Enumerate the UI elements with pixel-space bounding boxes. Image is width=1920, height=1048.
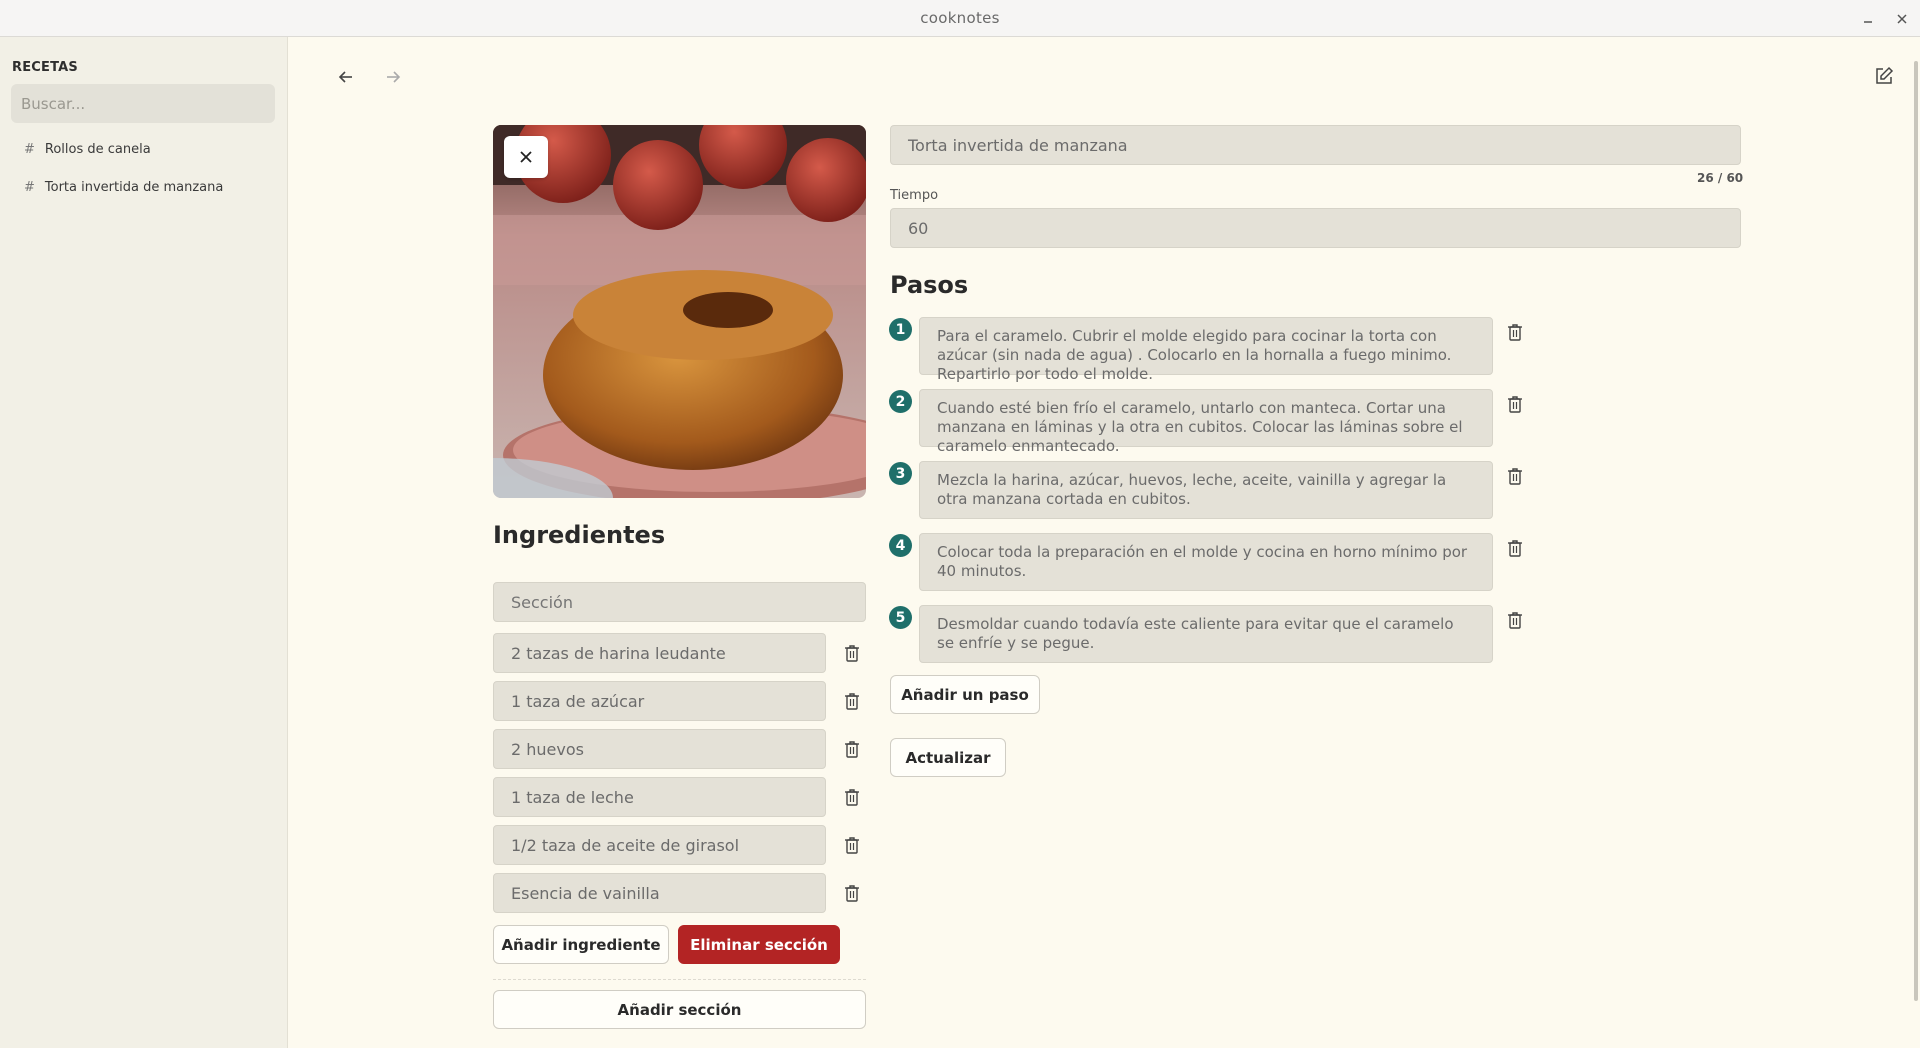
step-number: 1: [889, 318, 912, 341]
title-char-counter: 26 / 60: [1697, 171, 1744, 185]
time-label: Tiempo: [890, 188, 939, 203]
back-button[interactable]: [330, 61, 362, 93]
sidebar: RECETAS # Rollos de canela # Torta inver…: [0, 37, 288, 1048]
step-number: 4: [889, 534, 912, 557]
ingredients-heading: Ingredientes: [493, 521, 666, 549]
hash-icon: #: [24, 179, 35, 195]
delete-step-button[interactable]: [1504, 537, 1526, 559]
hash-icon: #: [24, 141, 35, 157]
time-input[interactable]: 60: [890, 208, 1741, 248]
close-icon: [1897, 13, 1907, 24]
add-step-button[interactable]: Añadir un paso: [890, 675, 1040, 714]
scrollbar[interactable]: [1914, 61, 1918, 1001]
arrow-left-icon: [338, 71, 352, 83]
delete-section-button[interactable]: Eliminar sección: [678, 925, 840, 964]
step-input[interactable]: Para el caramelo. Cubrir el molde elegid…: [919, 317, 1493, 383]
trash-icon: [1508, 324, 1522, 341]
update-button[interactable]: Actualizar: [890, 738, 1006, 777]
step-input[interactable]: Desmoldar cuando todavía este caliente p…: [919, 605, 1493, 663]
ingredient-input[interactable]: 1/2 taza de aceite de girasol: [493, 825, 826, 865]
step-input[interactable]: Mezcla la harina, azúcar, huevos, leche,…: [919, 461, 1493, 519]
sidebar-item-label: Rollos de canela: [44, 141, 151, 157]
arrow-right-icon: [387, 71, 401, 83]
search-input[interactable]: [11, 84, 275, 123]
delete-step-button[interactable]: [1504, 321, 1526, 343]
ingredient-input[interactable]: Esencia de vainilla: [493, 873, 826, 913]
ingredient-input[interactable]: 2 tazas de harina leudante: [493, 633, 826, 673]
step-input[interactable]: Cuando esté bien frío el caramelo, untar…: [919, 389, 1493, 455]
ingredient-input[interactable]: 1 taza de leche: [493, 777, 826, 817]
sidebar-item-label: Torta invertida de manzana: [44, 179, 224, 195]
main-content: Ingredientes 2 tazas de harina leudante …: [289, 37, 1920, 1048]
delete-ingredient-button[interactable]: [841, 786, 863, 808]
sidebar-heading: RECETAS: [12, 60, 78, 75]
forward-button[interactable]: [377, 61, 409, 93]
trash-icon: [1508, 396, 1522, 413]
remove-photo-button[interactable]: [504, 136, 548, 178]
minimize-button[interactable]: [1853, 0, 1883, 37]
delete-step-button[interactable]: [1504, 609, 1526, 631]
delete-ingredient-button[interactable]: [841, 690, 863, 712]
cake-image: [493, 125, 866, 498]
delete-ingredient-button[interactable]: [841, 882, 863, 904]
trash-icon: [1508, 540, 1522, 557]
trash-icon: [845, 645, 859, 662]
step-number: 3: [889, 462, 912, 485]
close-icon: [520, 151, 532, 163]
minimize-icon: [1864, 20, 1872, 23]
trash-icon: [1508, 612, 1522, 629]
add-ingredient-button[interactable]: Añadir ingrediente: [493, 925, 669, 964]
sidebar-item-torta-invertida[interactable]: # Torta invertida de manzana: [24, 175, 223, 199]
sidebar-item-rollos-de-canela[interactable]: # Rollos de canela: [24, 137, 151, 161]
title-bar: cooknotes: [0, 0, 1920, 37]
delete-ingredient-button[interactable]: [841, 642, 863, 664]
section-name-input[interactable]: [493, 582, 866, 622]
delete-step-button[interactable]: [1504, 393, 1526, 415]
edit-icon: [1876, 66, 1894, 84]
step-number: 2: [889, 390, 912, 413]
trash-icon: [845, 885, 859, 902]
section-divider: [493, 979, 866, 980]
trash-icon: [845, 789, 859, 806]
delete-ingredient-button[interactable]: [841, 738, 863, 760]
trash-icon: [845, 693, 859, 710]
step-input[interactable]: Colocar toda la preparación en el molde …: [919, 533, 1493, 591]
step-number: 5: [889, 606, 912, 629]
close-window-button[interactable]: [1887, 0, 1917, 37]
delete-ingredient-button[interactable]: [841, 834, 863, 856]
trash-icon: [845, 837, 859, 854]
trash-icon: [845, 741, 859, 758]
window-title: cooknotes: [920, 9, 1000, 27]
edit-button[interactable]: [1867, 59, 1901, 93]
delete-step-button[interactable]: [1504, 465, 1526, 487]
recipe-photo: [493, 125, 866, 498]
ingredient-input[interactable]: 2 huevos: [493, 729, 826, 769]
add-section-button[interactable]: Añadir sección: [493, 990, 866, 1029]
recipe-title-input[interactable]: Torta invertida de manzana: [890, 125, 1741, 165]
steps-heading: Pasos: [890, 271, 969, 299]
ingredient-input[interactable]: 1 taza de azúcar: [493, 681, 826, 721]
trash-icon: [1508, 468, 1522, 485]
